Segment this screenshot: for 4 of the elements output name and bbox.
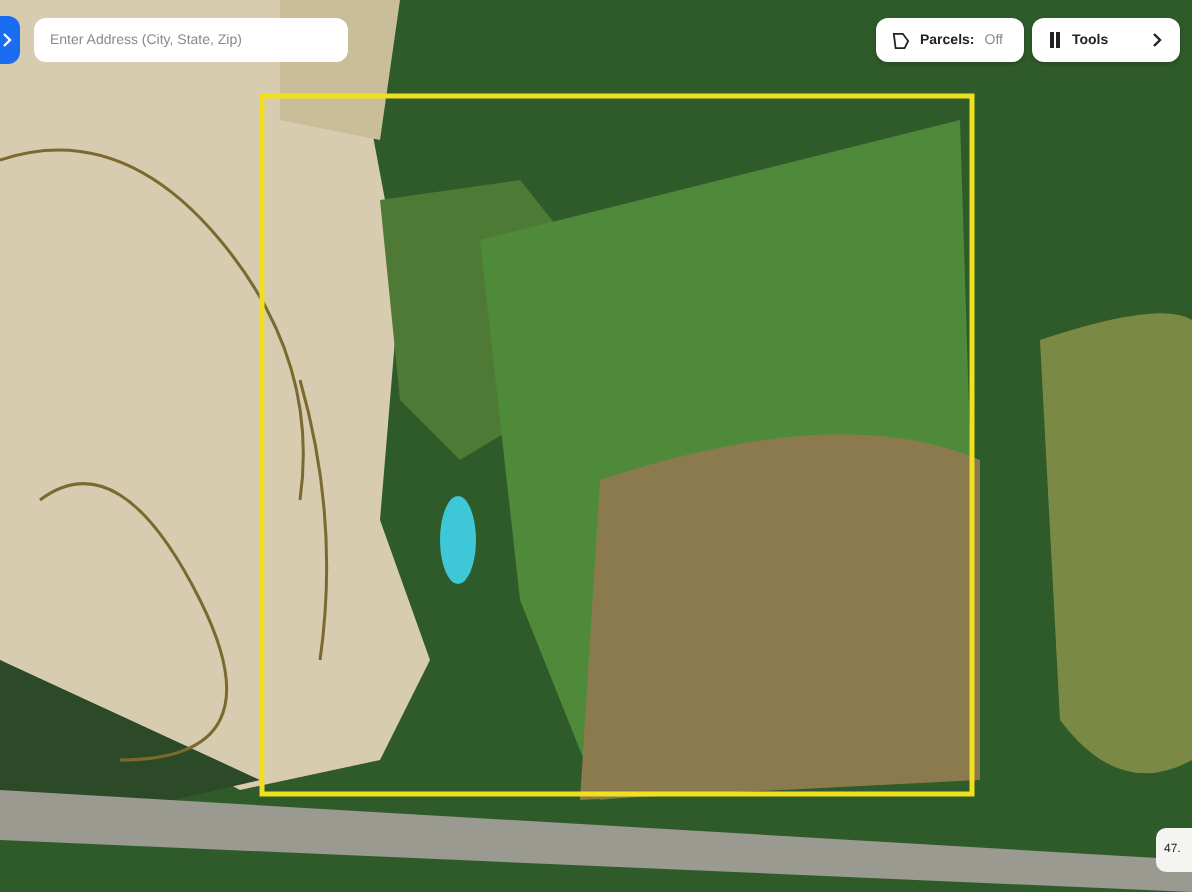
chevron-right-icon [1152,32,1164,48]
chevron-right-icon [2,32,14,48]
parcel-shape-icon [892,31,910,49]
columns-icon [1048,32,1062,48]
